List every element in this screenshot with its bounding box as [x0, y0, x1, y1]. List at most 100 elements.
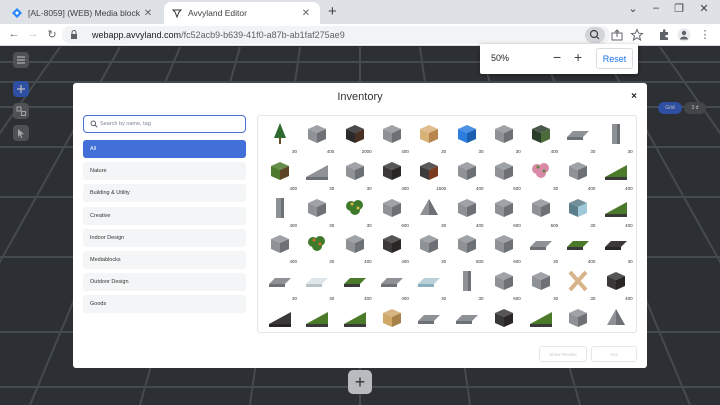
window-close-icon[interactable]: ✕	[693, 2, 715, 15]
inventory-item[interactable]: 30	[561, 194, 596, 228]
inventory-item[interactable]: 30	[412, 120, 447, 154]
inventory-item[interactable]: 30	[338, 157, 373, 191]
inventory-item[interactable]: 30	[263, 120, 298, 154]
inventory-item[interactable]: 30	[561, 267, 596, 301]
window-dropdown-icon[interactable]: ⌄	[622, 2, 644, 15]
inventory-item[interactable]: 400	[300, 304, 335, 332]
inventory-item[interactable]: 400	[450, 194, 485, 228]
bottom-add-button[interactable]: +	[348, 370, 372, 394]
inventory-item[interactable]: 400	[375, 267, 410, 301]
inventory-item[interactable]: 600	[487, 194, 522, 228]
inventory-item[interactable]: 30	[375, 304, 410, 332]
inventory-item[interactable]: 30	[599, 304, 634, 332]
inventory-item[interactable]: 30	[524, 267, 559, 301]
inventory-item[interactable]: 400	[375, 120, 410, 154]
zoom-reset-button[interactable]: Reset	[596, 48, 633, 69]
inventory-item[interactable]: 30	[412, 304, 447, 332]
inventory-item[interactable]: 400	[263, 194, 298, 228]
inventory-item[interactable]: 600	[375, 194, 410, 228]
inventory-item[interactable]: 600	[487, 157, 522, 191]
extensions-icon[interactable]	[657, 28, 671, 42]
inventory-item[interactable]: 400	[263, 157, 298, 191]
browser-tab-bar: [AL-8059] (WEB) Media block --> ✕ Avvyla…	[0, 0, 720, 24]
inventory-item[interactable]: 600	[524, 194, 559, 228]
search-box[interactable]	[83, 115, 246, 133]
inventory-item[interactable]: 400	[561, 157, 596, 191]
item-thumbnail	[267, 269, 293, 293]
inventory-item[interactable]: 400	[338, 230, 373, 264]
inventory-item[interactable]: 30	[263, 304, 298, 332]
new-tab-button[interactable]: +	[328, 3, 337, 20]
inventory-item[interactable]: 400	[375, 157, 410, 191]
share-icon[interactable]	[610, 28, 624, 42]
inventory-item[interactable]: 30	[599, 120, 634, 154]
profile-avatar-icon[interactable]	[677, 28, 691, 42]
inventory-item[interactable]: 400	[375, 230, 410, 264]
zoom-in-button[interactable]: +	[574, 49, 582, 65]
inventory-item[interactable]: 30	[450, 120, 485, 154]
inventory-item[interactable]: 30	[412, 230, 447, 264]
inventory-item[interactable]: 400	[450, 157, 485, 191]
item-thumbnail	[528, 232, 554, 256]
inventory-item[interactable]: 400	[487, 304, 522, 332]
inventory-item[interactable]: 30	[300, 157, 335, 191]
tab-title: [AL-8059] (WEB) Media block -->	[28, 8, 142, 18]
inventory-item[interactable]: 600	[487, 230, 522, 264]
minimize-icon[interactable]: –	[645, 2, 667, 14]
category-item[interactable]: Creative	[83, 206, 246, 225]
inventory-item[interactable]: 400	[300, 120, 335, 154]
category-item[interactable]: Mediablocks	[83, 251, 246, 269]
inventory-item[interactable]: 30	[300, 230, 335, 264]
tab-avvyland-editor[interactable]: Avvyland Editor ✕	[164, 2, 320, 24]
tab-close-icon[interactable]: ✕	[300, 8, 312, 19]
inventory-item[interactable]: 30	[524, 230, 559, 264]
category-item[interactable]: Nature	[83, 162, 246, 181]
back-icon[interactable]: ←	[7, 28, 21, 40]
forward-icon[interactable]: →	[26, 28, 40, 40]
inventory-item[interactable]: 30	[487, 120, 522, 154]
bookmark-star-icon[interactable]	[630, 28, 644, 42]
inventory-item[interactable]: 400	[561, 230, 596, 264]
inventory-item[interactable]: 30	[599, 230, 634, 264]
inventory-item[interactable]: 30	[524, 304, 559, 332]
category-item[interactable]: Outdoor Design	[83, 273, 246, 292]
inventory-item[interactable]: 30	[561, 120, 596, 154]
close-icon[interactable]: ×	[631, 91, 637, 102]
inventory-item[interactable]: 30	[263, 267, 298, 301]
inventory-item[interactable]: 400	[524, 120, 559, 154]
inventory-item[interactable]: 30	[338, 194, 373, 228]
zoom-out-button[interactable]: −	[553, 49, 561, 65]
inventory-item[interactable]: 400	[263, 230, 298, 264]
inventory-item[interactable]: 400	[599, 194, 634, 228]
inventory-item[interactable]: 600	[487, 267, 522, 301]
tab-close-icon[interactable]: ✕	[142, 8, 154, 19]
inventory-item[interactable]: 2000	[338, 120, 373, 154]
inventory-item[interactable]: 30	[300, 194, 335, 228]
restore-icon[interactable]: ❐	[668, 2, 690, 15]
reload-icon[interactable]: ↻	[45, 28, 59, 41]
inventory-item[interactable]: 400	[338, 267, 373, 301]
browser-menu-icon[interactable]: ⋮	[698, 28, 712, 41]
category-item[interactable]: Indoor Design	[83, 228, 246, 247]
inventory-item[interactable]: 30	[412, 267, 447, 301]
inventory-item[interactable]: 30	[524, 157, 559, 191]
inventory-item[interactable]: 400	[338, 304, 373, 332]
tab-jira[interactable]: [AL-8059] (WEB) Media block --> ✕	[4, 2, 162, 24]
category-item[interactable]: Building & Utility	[83, 184, 246, 203]
category-item[interactable]: Goods	[83, 295, 246, 314]
inventory-item[interactable]: 30	[450, 267, 485, 301]
use-button[interactable]: Use	[591, 346, 637, 362]
inventory-item[interactable]: 400	[599, 157, 634, 191]
omnibox[interactable]: webapp.avvyland.com/fc52acb9-b639-41f0-a…	[62, 26, 610, 44]
inventory-item[interactable]: 30	[450, 304, 485, 332]
inventory-item[interactable]: 30	[300, 267, 335, 301]
show-results-button[interactable]: Show Results	[539, 346, 587, 362]
inventory-item[interactable]: 30	[412, 194, 447, 228]
category-item[interactable]: All	[83, 140, 246, 158]
inventory-item[interactable]: 400	[599, 267, 634, 301]
inventory-item[interactable]: 1600	[412, 157, 447, 191]
zoom-icon[interactable]	[585, 27, 605, 43]
search-input[interactable]	[100, 118, 240, 130]
inventory-item[interactable]: 600	[450, 230, 485, 264]
inventory-item[interactable]: 600	[561, 304, 596, 332]
